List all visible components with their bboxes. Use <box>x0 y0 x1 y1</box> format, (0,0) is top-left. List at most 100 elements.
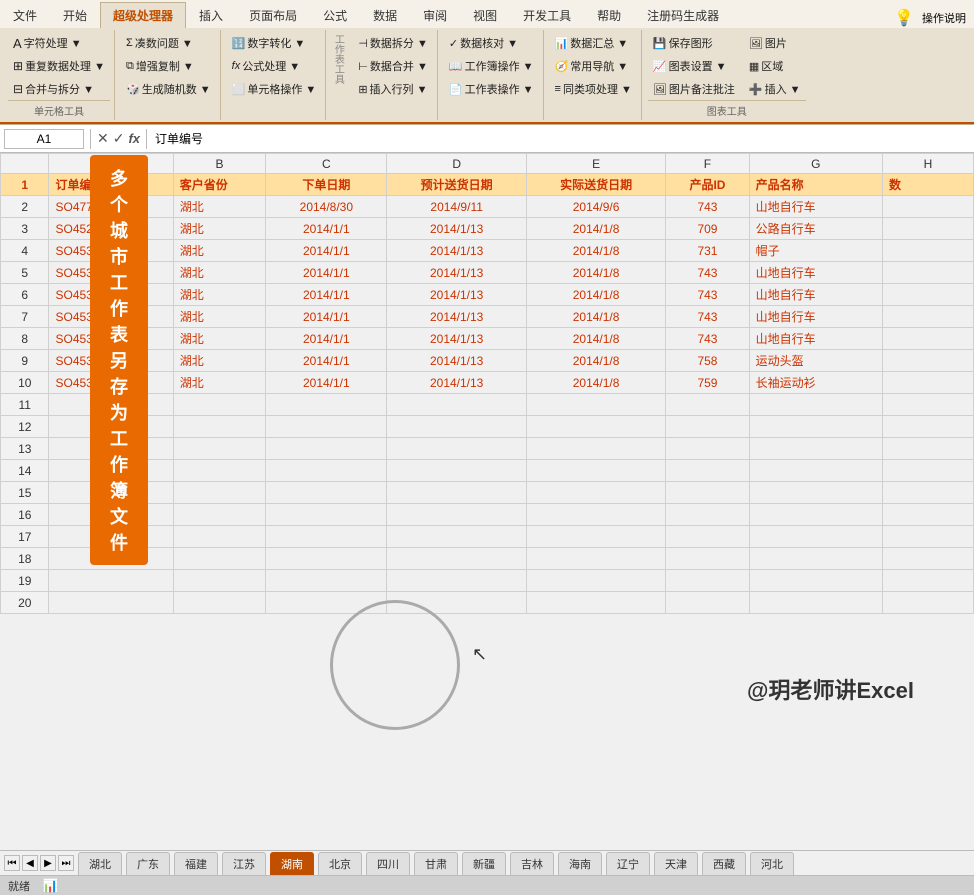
formula-input[interactable] <box>153 130 970 148</box>
cell-b7[interactable]: 湖北 <box>173 306 265 328</box>
save-banner[interactable]: 多个城市工作表另存为工作簿文件 <box>90 155 148 565</box>
cell-b6[interactable]: 湖北 <box>173 284 265 306</box>
col-b-header[interactable]: B <box>173 154 265 174</box>
data-merge-btn[interactable]: ⊢ 数据合并 ▼ <box>353 55 433 77</box>
data-check-btn[interactable]: ✓ 数据核对 ▼ <box>444 32 539 54</box>
sheet-tab-fujian[interactable]: 福建 <box>174 852 218 875</box>
sheet-tab-gansu[interactable]: 甘肃 <box>414 852 458 875</box>
cell-h7[interactable] <box>883 306 974 328</box>
tab-page-layout[interactable]: 页面布局 <box>236 2 310 28</box>
cell-g3[interactable]: 公路自行车 <box>749 218 882 240</box>
data-summary-btn[interactable]: 📊 数据汇总 ▼ <box>550 32 637 54</box>
cell-e2[interactable]: 2014/9/6 <box>526 196 665 218</box>
tab-help[interactable]: 帮助 <box>584 2 634 28</box>
cell-ops-btn[interactable]: ⬜ 单元格操作 ▼ <box>227 78 322 100</box>
tab-last-btn[interactable]: ⏭ <box>58 855 74 871</box>
tab-review[interactable]: 审阅 <box>410 2 460 28</box>
tab-super[interactable]: 超级处理器 <box>100 2 186 28</box>
cell-e10[interactable]: 2014/1/8 <box>526 372 665 394</box>
cell-b9[interactable]: 湖北 <box>173 350 265 372</box>
col-g-header[interactable]: G <box>749 154 882 174</box>
cell-c10[interactable]: 2014/1/1 <box>266 372 387 394</box>
insert2-btn[interactable]: ➕ 插入 ▼ <box>744 78 806 100</box>
tab-formula[interactable]: 公式 <box>310 2 360 28</box>
col-c-header[interactable]: C <box>266 154 387 174</box>
cell-e6[interactable]: 2014/1/8 <box>526 284 665 306</box>
sheet-tab-guangdong[interactable]: 广东 <box>126 852 170 875</box>
sheet-tab-hunan[interactable]: 湖南 <box>270 852 314 875</box>
cell-c1[interactable]: 下单日期 <box>266 174 387 196</box>
tab-file[interactable]: 文件 <box>0 2 50 28</box>
char-process-btn[interactable]: A 字符处理 ▼ <box>8 32 110 54</box>
cell-h4[interactable] <box>883 240 974 262</box>
formula-process-btn[interactable]: fx 公式处理 ▼ <box>227 55 322 77</box>
cell-b3[interactable]: 湖北 <box>173 218 265 240</box>
insert-col-btn[interactable]: ⊞ 插入行列 ▼ <box>353 78 433 100</box>
cell-e5[interactable]: 2014/1/8 <box>526 262 665 284</box>
cell-h5[interactable] <box>883 262 974 284</box>
random-gen-btn[interactable]: 🎲 生成随机数 ▼ <box>121 78 216 100</box>
workbook-ops-btn[interactable]: 📖 工作簿操作 ▼ <box>444 55 539 77</box>
cell-h6[interactable] <box>883 284 974 306</box>
chart-setting-btn[interactable]: 📈 图表设置 ▼ <box>648 55 740 77</box>
cell-e3[interactable]: 2014/1/8 <box>526 218 665 240</box>
col-e-header[interactable]: E <box>526 154 665 174</box>
sheet-tab-jiangsu[interactable]: 江苏 <box>222 852 266 875</box>
cell-c5[interactable]: 2014/1/1 <box>266 262 387 284</box>
enhance-copy-btn[interactable]: ⧉ 增强复制 ▼ <box>121 55 216 77</box>
sheet-tab-xinjiang[interactable]: 新疆 <box>462 852 506 875</box>
image-btn[interactable]: 🖼 图片 <box>744 32 806 54</box>
cell-g7[interactable]: 山地自行车 <box>749 306 882 328</box>
cell-e8[interactable]: 2014/1/8 <box>526 328 665 350</box>
data-split-btn[interactable]: ⊣ 数据拆分 ▼ <box>353 32 433 54</box>
tab-next-btn[interactable]: ▶ <box>40 855 56 871</box>
img-note-btn[interactable]: 🖼 图片备注批注 <box>648 78 740 100</box>
cell-f5[interactable]: 743 <box>666 262 749 284</box>
cell-d1[interactable]: 预计送货日期 <box>387 174 526 196</box>
sheet-tab-hainan[interactable]: 海南 <box>558 852 602 875</box>
sheet-tab-xizang[interactable]: 西藏 <box>702 852 746 875</box>
cell-f2[interactable]: 743 <box>666 196 749 218</box>
cell-d5[interactable]: 2014/1/13 <box>387 262 526 284</box>
tab-home[interactable]: 开始 <box>50 2 100 28</box>
cell-b5[interactable]: 湖北 <box>173 262 265 284</box>
cell-d2[interactable]: 2014/9/11 <box>387 196 526 218</box>
cell-h9[interactable] <box>883 350 974 372</box>
col-d-header[interactable]: D <box>387 154 526 174</box>
sheet-ops-btn[interactable]: 📄 工作表操作 ▼ <box>444 78 539 100</box>
cell-h3[interactable] <box>883 218 974 240</box>
cancel-formula-icon[interactable]: ✕ <box>97 130 109 147</box>
sheet-tab-hebei[interactable]: 河北 <box>750 852 794 875</box>
cell-f10[interactable]: 759 <box>666 372 749 394</box>
cell-g10[interactable]: 长袖运动衫 <box>749 372 882 394</box>
cell-c7[interactable]: 2014/1/1 <box>266 306 387 328</box>
cell-d8[interactable]: 2014/1/13 <box>387 328 526 350</box>
cell-g1[interactable]: 产品名称 <box>749 174 882 196</box>
cell-g8[interactable]: 山地自行车 <box>749 328 882 350</box>
save-chart-btn[interactable]: 💾 保存图形 <box>648 32 740 54</box>
name-box[interactable] <box>4 129 84 149</box>
cell-d7[interactable]: 2014/1/13 <box>387 306 526 328</box>
cell-f8[interactable]: 743 <box>666 328 749 350</box>
merge-split-btn[interactable]: ⊟ 合并与拆分 ▼ <box>8 78 110 100</box>
cell-h1[interactable]: 数 <box>883 174 974 196</box>
cell-f9[interactable]: 758 <box>666 350 749 372</box>
cell-e9[interactable]: 2014/1/8 <box>526 350 665 372</box>
cell-f1[interactable]: 产品ID <box>666 174 749 196</box>
sheet-tab-liaoning[interactable]: 辽宁 <box>606 852 650 875</box>
cell-f7[interactable]: 743 <box>666 306 749 328</box>
num-convert-btn[interactable]: 🔢 数字转化 ▼ <box>227 32 322 54</box>
cell-c4[interactable]: 2014/1/1 <box>266 240 387 262</box>
col-f-header[interactable]: F <box>666 154 749 174</box>
sheet-tab-beijing[interactable]: 北京 <box>318 852 362 875</box>
cell-f6[interactable]: 743 <box>666 284 749 306</box>
cell-g5[interactable]: 山地自行车 <box>749 262 882 284</box>
confirm-formula-icon[interactable]: ✓ <box>113 130 125 147</box>
tab-insert[interactable]: 插入 <box>186 2 236 28</box>
tab-view[interactable]: 视图 <box>460 2 510 28</box>
cell-e7[interactable]: 2014/1/8 <box>526 306 665 328</box>
same-item-btn[interactable]: ≡ 同类项处理 ▼ <box>550 78 637 100</box>
cell-b8[interactable]: 湖北 <box>173 328 265 350</box>
tab-data[interactable]: 数据 <box>360 2 410 28</box>
tab-prev-btn[interactable]: ◀ <box>22 855 38 871</box>
